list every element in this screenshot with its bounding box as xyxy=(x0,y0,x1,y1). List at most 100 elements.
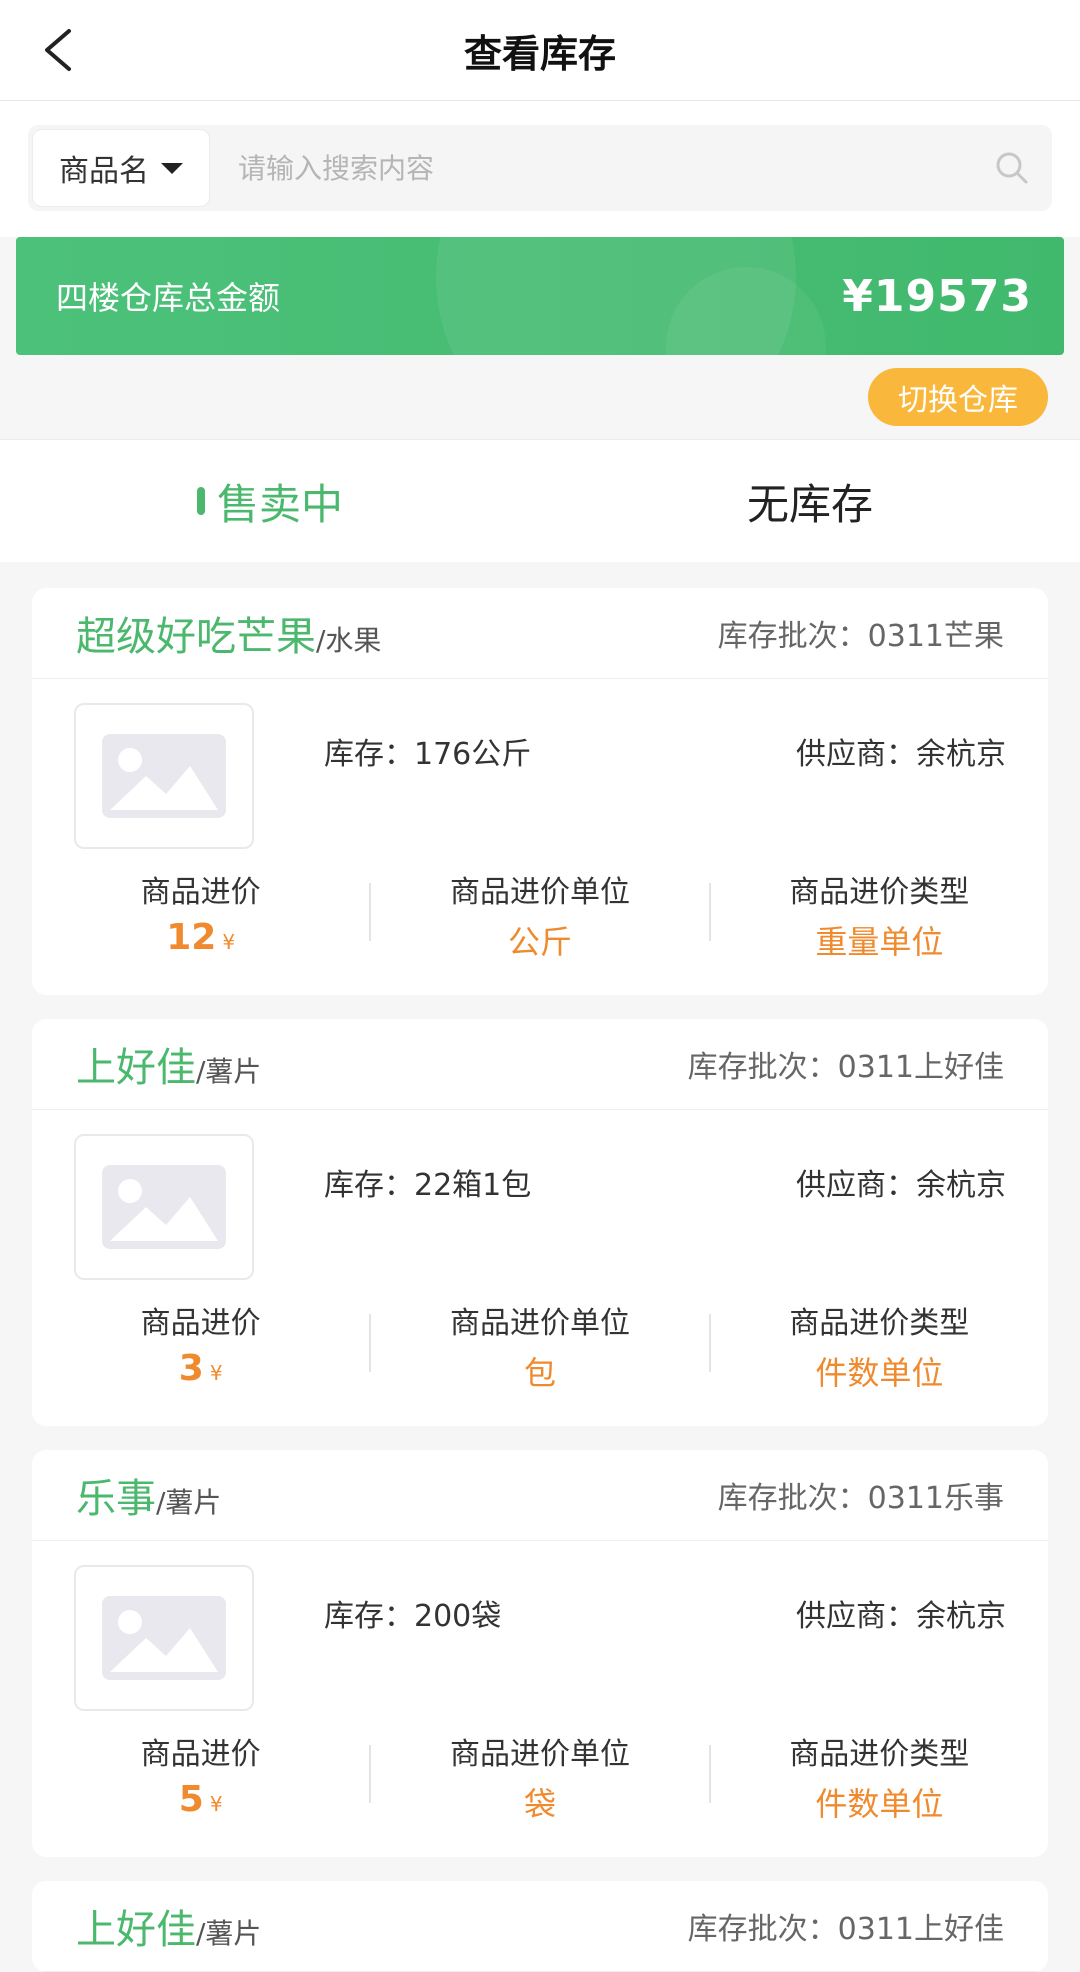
stat-price-unit-value: 包 xyxy=(523,1354,556,1392)
inventory-list: 超级好吃芒果 /水果 库存批次：0311芒果 库存：176公斤 供应商：余杭京 … xyxy=(0,562,1080,1972)
price-stats: 商品进价 12 ¥ 商品进价单位 公斤 商品进价类型 重量单位 xyxy=(32,865,1048,975)
stat-price-unit: 商品进价单位 公斤 xyxy=(371,865,708,975)
card-body: 库存：176公斤 供应商：余杭京 商品进价 12 ¥ 商品进价单位 公斤 商品进价… xyxy=(32,679,1048,995)
stat-price-value: 3 ¥ xyxy=(179,1348,223,1389)
product-name: 乐事 xyxy=(76,1476,156,1522)
price-number: 5 xyxy=(178,1779,204,1820)
stat-price-label: 商品进价 xyxy=(140,875,261,910)
stock-batch: 库存批次：0311上好佳 xyxy=(688,1904,1004,1948)
stock-quantity: 库存：22箱1包 xyxy=(324,1160,531,1204)
product-image xyxy=(74,703,254,849)
search-type-label: 商品名 xyxy=(59,154,149,189)
stat-price-type: 商品进价类型 件数单位 xyxy=(711,1727,1048,1837)
stock-value: 22箱1包 xyxy=(414,1168,532,1203)
stock-batch: 库存批次：0311乐事 xyxy=(718,1473,1004,1517)
product-category: /薯片 xyxy=(196,1917,262,1950)
product-title: 超级好吃芒果 /水果 xyxy=(76,604,381,662)
image-placeholder-icon xyxy=(102,1596,226,1680)
switch-warehouse-button[interactable]: 切换仓库 xyxy=(868,368,1048,426)
card-header: 上好佳 /薯片 库存批次：0311上好佳 xyxy=(32,1881,1048,1972)
tab-out-of-stock[interactable]: 无库存 xyxy=(540,440,1080,562)
inventory-card[interactable]: 乐事 /薯片 库存批次：0311乐事 库存：200袋 供应商：余杭京 商品进价 … xyxy=(32,1450,1048,1857)
stock-label: 库存： xyxy=(324,737,414,772)
stat-price-type-value: 件数单位 xyxy=(815,1354,944,1392)
stock-batch: 库存批次：0311芒果 xyxy=(718,611,1004,655)
card-header: 乐事 /薯片 库存批次：0311乐事 xyxy=(32,1450,1048,1541)
currency-symbol: ¥ xyxy=(222,930,236,954)
supplier-value: 余杭京 xyxy=(916,1168,1006,1203)
batch-value: 0311乐事 xyxy=(867,1481,1004,1516)
stat-price-type-label: 商品进价类型 xyxy=(789,1306,970,1341)
stat-price-type-value: 重量单位 xyxy=(815,923,944,961)
chevron-left-icon xyxy=(45,29,71,71)
stock-batch: 库存批次：0311上好佳 xyxy=(688,1042,1004,1086)
product-image xyxy=(74,1134,254,1280)
total-amount-banner: 四楼仓库总金额 ¥19573 xyxy=(16,237,1064,355)
warehouse-total-amount: ¥19573 xyxy=(842,270,1032,322)
app-header: 查看库存 xyxy=(0,0,1080,101)
stat-price-type-value: 件数单位 xyxy=(815,1785,944,1823)
stat-price-unit-label: 商品进价单位 xyxy=(449,1737,630,1772)
supplier-label: 供应商： xyxy=(796,1599,916,1634)
caret-down-icon xyxy=(161,162,183,174)
stat-price-unit-value: 袋 xyxy=(523,1785,556,1823)
stock-value: 200袋 xyxy=(414,1599,502,1634)
product-category: /薯片 xyxy=(196,1055,262,1088)
supplier-label: 供应商： xyxy=(796,737,916,772)
stat-price-value: 12 ¥ xyxy=(166,917,235,958)
price-number: 3 xyxy=(178,1348,204,1389)
batch-value: 0311上好佳 xyxy=(837,1050,1004,1085)
batch-label: 库存批次： xyxy=(687,1050,838,1085)
currency-symbol: ¥ xyxy=(209,1361,223,1385)
inventory-card[interactable]: 上好佳 /薯片 库存批次：0311上好佳 xyxy=(32,1881,1048,1972)
stock-quantity: 库存：176公斤 xyxy=(324,729,531,773)
inventory-card[interactable]: 超级好吃芒果 /水果 库存批次：0311芒果 库存：176公斤 供应商：余杭京 … xyxy=(32,588,1048,995)
product-name: 上好佳 xyxy=(76,1907,196,1953)
card-header: 超级好吃芒果 /水果 库存批次：0311芒果 xyxy=(32,588,1048,679)
stat-price-unit-label: 商品进价单位 xyxy=(449,1306,630,1341)
tab-out-of-stock-label: 无库存 xyxy=(746,479,873,529)
active-tab-indicator xyxy=(196,487,205,515)
batch-value: 0311上好佳 xyxy=(837,1912,1004,1947)
stat-price: 商品进价 3 ¥ xyxy=(32,1296,369,1406)
supplier: 供应商：余杭京 xyxy=(796,1591,1006,1635)
card-body: 库存：200袋 供应商：余杭京 商品进价 5 ¥ 商品进价单位 袋 商品进价类型 … xyxy=(32,1541,1048,1857)
stat-price: 商品进价 12 ¥ xyxy=(32,865,369,975)
product-image xyxy=(74,1565,254,1711)
switch-row: 切换仓库 xyxy=(0,355,1080,439)
stat-price: 商品进价 5 ¥ xyxy=(32,1727,369,1837)
batch-label: 库存批次： xyxy=(717,619,868,654)
image-placeholder-icon xyxy=(102,734,226,818)
stat-price-type-label: 商品进价类型 xyxy=(789,875,970,910)
product-name: 超级好吃芒果 xyxy=(76,614,316,660)
page-title: 查看库存 xyxy=(463,31,616,76)
status-tabs: 售卖中 无库存 xyxy=(0,439,1080,562)
back-button[interactable] xyxy=(30,22,86,78)
stock-label: 库存： xyxy=(324,1599,414,1634)
stock-value: 176公斤 xyxy=(414,737,532,772)
stat-price-unit: 商品进价单位 包 xyxy=(371,1296,708,1406)
search-input[interactable] xyxy=(210,133,992,203)
stat-price-unit: 商品进价单位 袋 xyxy=(371,1727,708,1837)
stat-price-type-label: 商品进价类型 xyxy=(789,1737,970,1772)
supplier-label: 供应商： xyxy=(796,1168,916,1203)
stat-price-unit-value: 公斤 xyxy=(507,923,572,961)
batch-label: 库存批次： xyxy=(687,1912,838,1947)
tab-on-sale[interactable]: 售卖中 xyxy=(0,440,540,562)
batch-label: 库存批次： xyxy=(717,1481,868,1516)
supplier: 供应商：余杭京 xyxy=(796,729,1006,773)
search-icon[interactable] xyxy=(992,148,1032,188)
product-category: /水果 xyxy=(316,624,382,657)
stat-price-label: 商品进价 xyxy=(140,1737,261,1772)
inventory-card[interactable]: 上好佳 /薯片 库存批次：0311上好佳 库存：22箱1包 供应商：余杭京 商品… xyxy=(32,1019,1048,1426)
batch-value: 0311芒果 xyxy=(867,619,1004,654)
supplier: 供应商：余杭京 xyxy=(796,1160,1006,1204)
search-type-dropdown[interactable]: 商品名 xyxy=(32,129,210,207)
supplier-value: 余杭京 xyxy=(916,1599,1006,1634)
stat-price-label: 商品进价 xyxy=(140,1306,261,1341)
product-title: 上好佳 /薯片 xyxy=(76,1035,261,1093)
search-section: 商品名 xyxy=(0,101,1080,237)
product-name: 上好佳 xyxy=(76,1045,196,1091)
stat-price-unit-label: 商品进价单位 xyxy=(449,875,630,910)
tab-on-sale-label: 售卖中 xyxy=(216,479,343,529)
